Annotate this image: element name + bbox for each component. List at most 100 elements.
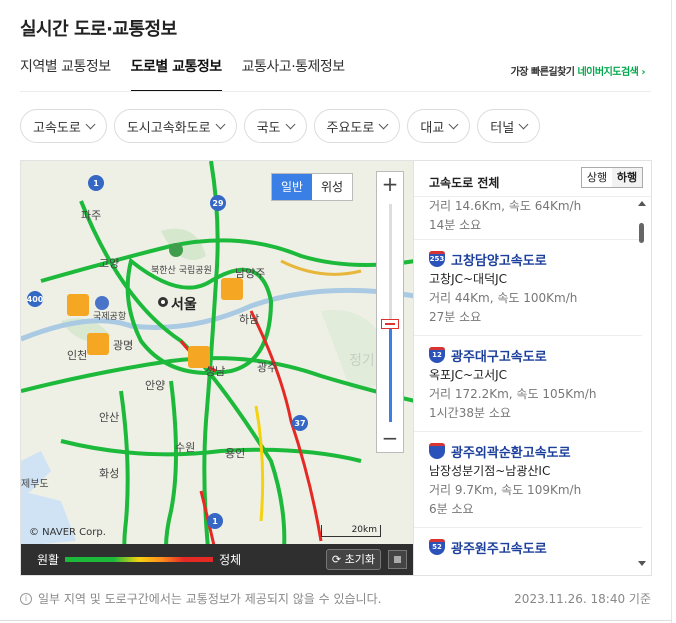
zoom-fill bbox=[389, 322, 392, 422]
chip-main-road[interactable]: 주요도로 bbox=[313, 109, 401, 143]
legend-jam-label: 정체 bbox=[219, 553, 242, 567]
road-section: 고창JC~대덕JC bbox=[429, 272, 508, 286]
road-type-filters: 고속도로 도시고속화도로 국도 주요도로 대교 터널 bbox=[20, 109, 541, 143]
zoom-out-button[interactable]: − bbox=[377, 426, 403, 452]
reset-label: 초기화 bbox=[344, 553, 375, 566]
chevron-down-icon bbox=[448, 119, 459, 129]
chip-expressway[interactable]: 고속도로 bbox=[20, 109, 107, 143]
scroll-down-icon[interactable] bbox=[638, 561, 646, 566]
expressway-shield-icon: 253 bbox=[429, 251, 445, 267]
bottom-divider bbox=[0, 620, 672, 621]
airport-icon bbox=[95, 296, 109, 310]
list-item[interactable]: 253 고창담양고속도로 고창JC~대덕JC 거리 44Km, 속도 100Km/… bbox=[414, 240, 642, 336]
notice: i 일부 지역 및 도로구간에서는 교통정보가 제공되지 않을 수 있습니다. bbox=[20, 590, 381, 607]
road-sign-number: 400 bbox=[27, 295, 44, 304]
chip-label: 터널 bbox=[490, 120, 515, 136]
fullscreen-icon[interactable] bbox=[388, 550, 407, 569]
road-name[interactable]: 광주대구고속도로 bbox=[451, 346, 547, 365]
chip-bridge[interactable]: 대교 bbox=[407, 109, 471, 143]
item-duration: 14분 소요 bbox=[429, 218, 482, 232]
zoom-in-button[interactable]: + bbox=[377, 172, 403, 198]
reset-button[interactable]: ⟳ 초기화 bbox=[325, 549, 381, 570]
construction-icon[interactable] bbox=[87, 333, 109, 355]
road-name[interactable]: 광주외곽순환고속도로 bbox=[451, 442, 571, 461]
direction-toggle: 상행 하행 bbox=[581, 167, 643, 188]
navi-search-link[interactable]: 네이버지도검색 › bbox=[577, 67, 645, 78]
tabs-divider bbox=[20, 91, 651, 92]
footer: i 일부 지역 및 도로구간에서는 교통정보가 제공되지 않을 수 있습니다. … bbox=[20, 590, 651, 610]
chevron-down-icon bbox=[215, 119, 226, 129]
chip-label: 대교 bbox=[420, 120, 445, 136]
tab-region[interactable]: 지역별 교통정보 bbox=[20, 58, 111, 92]
place-label: 광주 bbox=[257, 361, 277, 374]
place-label: 북한산 국립공원 bbox=[151, 265, 212, 276]
item-duration: 27분 소요 bbox=[429, 310, 482, 324]
item-meta: 거리 14.6Km, 속도 64Km/h bbox=[429, 199, 582, 213]
road-list: 고속도로 전체 상행 하행 거리 14.6Km, 속도 64Km/h 14분 소… bbox=[414, 160, 652, 576]
chip-label: 고속도로 bbox=[33, 120, 81, 136]
place-label: 화성 bbox=[99, 467, 119, 480]
road-items: 거리 14.6Km, 속도 64Km/h 14분 소요 253 고창담양고속도로 … bbox=[414, 197, 642, 566]
zoom-control: + − bbox=[376, 171, 404, 453]
tab-accident[interactable]: 교통사고·통제정보 bbox=[242, 58, 346, 92]
timestamp: 2023.11.26. 18:40 기준 bbox=[514, 592, 651, 606]
chip-label: 도시고속화도로 bbox=[126, 120, 211, 136]
traffic-panel: 실시간 도로·교통정보 지역별 교통정보 도로별 교통정보 교통사고·통제정보 … bbox=[0, 0, 672, 623]
construction-icon[interactable] bbox=[67, 294, 89, 316]
road-list-header: 고속도로 전체 상행 하행 bbox=[414, 161, 651, 197]
chip-national-road[interactable]: 국도 bbox=[243, 109, 307, 143]
road-section: 옥포JC~고서JC bbox=[429, 368, 508, 382]
road-section: 남장성분기점~남광산IC bbox=[429, 464, 551, 478]
scrollbar-thumb[interactable] bbox=[639, 223, 644, 243]
zoom-slider-handle[interactable] bbox=[381, 319, 399, 329]
road-name[interactable]: 고창담양고속도로 bbox=[451, 250, 547, 269]
refresh-icon: ⟳ bbox=[331, 553, 345, 566]
direction-up[interactable]: 상행 bbox=[582, 168, 612, 187]
road-list-title: 고속도로 전체 bbox=[429, 176, 500, 190]
direction-down[interactable]: 하행 bbox=[612, 168, 642, 187]
chevron-down-icon bbox=[285, 119, 295, 129]
notice-text: 일부 지역 및 도로구간에서는 교통정보가 제공되지 않을 수 있습니다. bbox=[38, 592, 382, 606]
place-label: 정기 bbox=[349, 353, 375, 369]
place-label: 파주 bbox=[81, 209, 101, 222]
navi-label: 가장 빠른길찾기 bbox=[510, 67, 575, 78]
road-name[interactable]: 광주원주고속도로 bbox=[451, 538, 547, 557]
item-meta: 거리 44Km, 속도 100Km/h bbox=[429, 291, 578, 305]
place-label: 고양 bbox=[99, 257, 119, 270]
place-label: 남양주 bbox=[235, 267, 265, 280]
place-label: 안양 bbox=[145, 379, 165, 392]
construction-icon[interactable] bbox=[221, 278, 243, 300]
item-meta: 거리 9.7Km, 속도 109Km/h bbox=[429, 483, 582, 497]
place-label: 안산 bbox=[99, 411, 119, 424]
traffic-legend: 원활 정체 ⟳ 초기화 bbox=[21, 544, 413, 575]
chip-urban-expressway[interactable]: 도시고속화도로 bbox=[113, 109, 237, 143]
chevron-down-icon bbox=[378, 119, 389, 129]
legend-gradient-bar bbox=[65, 557, 214, 562]
chip-label: 국도 bbox=[256, 120, 281, 136]
scroll-up-icon[interactable] bbox=[638, 201, 646, 206]
place-label: 하남 bbox=[239, 312, 259, 326]
road-sign-number: 1 bbox=[212, 517, 218, 526]
expressway-shield-icon: 12 bbox=[429, 347, 445, 363]
place-label: 서울 bbox=[171, 296, 197, 313]
list-item[interactable]: 12 광주대구고속도로 옥포JC~고서JC 거리 172.2Km, 속도 105K… bbox=[414, 336, 642, 432]
list-item[interactable]: 52 광주원주고속도로 bbox=[414, 528, 642, 566]
traffic-map[interactable]: 파주 고양 북한산 국립공원 남양주 서울 하남 국제공항 인천 광명 성남 광… bbox=[20, 160, 414, 576]
road-sign-number: 29 bbox=[212, 199, 224, 208]
map-type-satellite[interactable]: 위성 bbox=[312, 174, 352, 200]
chip-label: 주요도로 bbox=[326, 120, 375, 136]
road-sign-number: 1 bbox=[93, 179, 99, 188]
place-label: 성남 bbox=[205, 365, 225, 378]
tab-road[interactable]: 도로별 교통정보 bbox=[130, 58, 222, 92]
expressway-shield-icon bbox=[429, 443, 445, 459]
list-item[interactable]: 광주외곽순환고속도로 남장성분기점~남광산IC 거리 9.7Km, 속도 109… bbox=[414, 432, 642, 528]
chevron-down-icon bbox=[518, 119, 529, 129]
map-canvas[interactable]: 파주 고양 북한산 국립공원 남양주 서울 하남 국제공항 인천 광명 성남 광… bbox=[21, 161, 414, 576]
chip-tunnel[interactable]: 터널 bbox=[477, 109, 541, 143]
place-label: 수원 bbox=[175, 441, 195, 454]
tab-bar: 지역별 교통정보 도로별 교통정보 교통사고·통제정보 bbox=[20, 58, 345, 92]
list-item[interactable]: 거리 14.6Km, 속도 64Km/h 14분 소요 bbox=[414, 197, 642, 240]
map-copyright: © NAVER Corp. bbox=[29, 527, 106, 538]
navi-link[interactable]: 가장 빠른길찾기 네이버지도검색 › bbox=[510, 63, 646, 78]
map-type-normal[interactable]: 일반 bbox=[272, 174, 312, 200]
